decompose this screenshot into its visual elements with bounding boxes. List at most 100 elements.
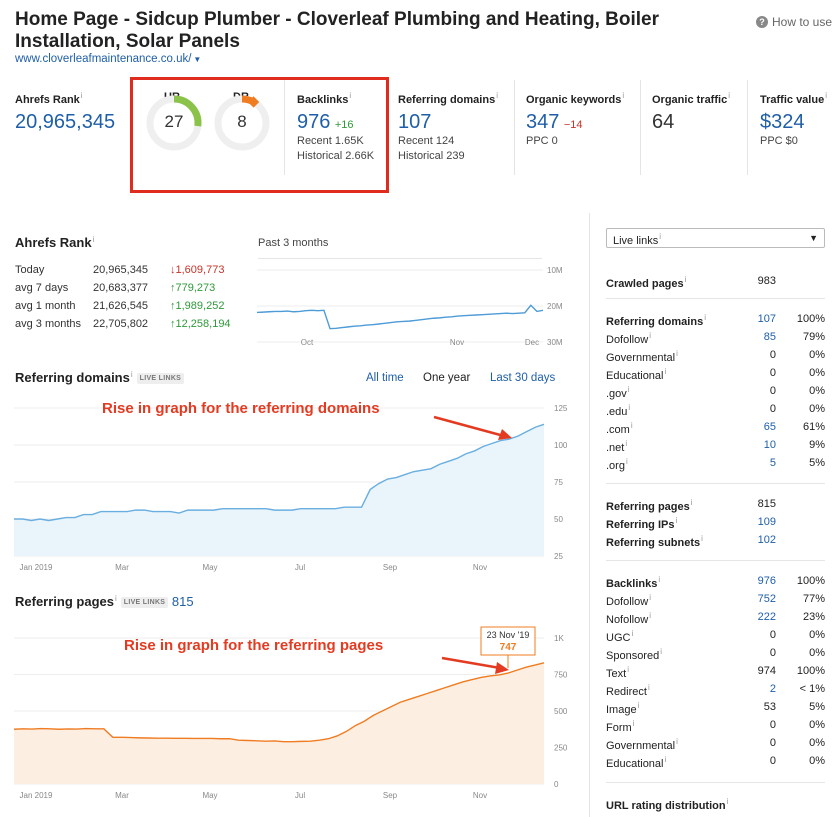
stat-value[interactable]: 222 — [758, 611, 776, 623]
info-icon[interactable]: i — [622, 91, 624, 100]
metric-traffic-value: Traffic valuei $324 PPC $0 — [760, 91, 827, 149]
x-tick-label: Mar — [115, 563, 129, 572]
stat-value[interactable]: 65 — [764, 421, 776, 433]
referring-domains-breakdown: Referring domainsi 107 100% Dofollowi 85 79% G… — [606, 313, 825, 475]
stat-percent: < 1% — [799, 683, 825, 695]
info-icon[interactable]: i — [631, 421, 633, 430]
stat-value[interactable]: 85 — [764, 331, 776, 343]
stat-value[interactable]: 10 — [764, 439, 776, 451]
stat-row: Redirecti 2 < 1% — [606, 683, 825, 701]
live-links-select[interactable]: Live linksi ▼ — [606, 228, 825, 248]
rank-row: avg 3 months 22,705,802 ↑12,258,194 — [15, 318, 245, 336]
info-icon[interactable]: i — [665, 755, 667, 764]
rank-row-value: 20,965,345 — [93, 264, 149, 276]
select-value: Live links — [613, 235, 659, 247]
stat-row: Formi 0 0% — [606, 719, 825, 737]
info-icon[interactable]: i — [649, 593, 651, 602]
stat-row: Educationali 0 0% — [606, 367, 825, 385]
stat-value[interactable]: 109 — [758, 516, 776, 528]
info-icon[interactable]: i — [701, 534, 703, 543]
tooltip-value: 747 — [500, 642, 517, 653]
stat-percent: 100% — [796, 665, 825, 677]
stat-percent: 5% — [809, 457, 825, 469]
info-icon[interactable]: i — [628, 385, 630, 394]
tab-one-year[interactable]: One year — [423, 372, 470, 384]
info-icon[interactable]: i — [675, 516, 677, 525]
info-icon[interactable]: i — [131, 370, 133, 379]
referring-domains-section-title: Referring domainsi LIVE LINKS — [15, 370, 185, 385]
stat-value[interactable]: 752 — [758, 593, 776, 605]
stat-label: Dofollow — [606, 596, 649, 608]
stat-row: Imagei 53 5% — [606, 701, 825, 719]
tooltip-date: 23 Nov '19 — [487, 630, 530, 640]
stat-label: Sponsored — [606, 650, 660, 662]
info-icon[interactable]: i — [115, 594, 117, 603]
divider — [606, 483, 825, 484]
info-icon[interactable]: i — [727, 797, 729, 806]
stat-row: Referring subnetsi 102 — [606, 534, 825, 552]
ahrefs-rank-value[interactable]: 20,965,345 — [15, 111, 115, 134]
stat-label: .org — [606, 460, 625, 472]
crawled-pages-label: Crawled pagesi — [606, 275, 686, 290]
info-icon[interactable]: i — [627, 665, 629, 674]
organic-keywords-label: Organic keywords — [526, 94, 622, 106]
referring-pages-annotation: Rise in graph for the referring pages — [124, 637, 383, 654]
info-icon[interactable]: i — [658, 575, 660, 584]
info-icon[interactable]: i — [628, 403, 630, 412]
referring-pages-count[interactable]: 815 — [172, 594, 194, 609]
info-icon[interactable]: i — [633, 719, 635, 728]
info-icon[interactable]: i — [638, 701, 640, 710]
metric-organic-keywords: Organic keywordsi 347 −14 PPC 0 — [526, 91, 624, 149]
stat-label: Text — [606, 668, 627, 680]
y-tick-label: 30M — [547, 338, 563, 347]
x-tick-label: May — [202, 563, 217, 572]
info-icon[interactable]: i — [704, 313, 706, 322]
traffic-value-value[interactable]: $324 — [760, 111, 805, 133]
info-icon[interactable]: i — [496, 91, 498, 100]
stat-value: 0 — [769, 403, 776, 415]
info-icon[interactable]: i — [81, 91, 83, 100]
info-icon[interactable]: i — [93, 235, 95, 244]
stat-percent: 0% — [809, 385, 825, 397]
info-icon[interactable]: i — [825, 91, 827, 100]
url-rating-distribution-label: URL rating distributioni — [606, 797, 728, 812]
info-icon[interactable]: i — [728, 91, 730, 100]
stat-row: Nofollowi 222 23% — [606, 611, 825, 629]
stat-percent: 100% — [796, 575, 825, 587]
stat-value[interactable]: 976 — [758, 575, 776, 587]
info-icon[interactable]: i — [676, 737, 678, 746]
y-tick-label: 125 — [554, 404, 568, 413]
info-icon[interactable]: i — [625, 439, 627, 448]
info-icon[interactable]: i — [665, 367, 667, 376]
stat-value[interactable]: 107 — [758, 313, 776, 325]
y-tick-label: 1K — [554, 634, 564, 643]
stat-label: Dofollow — [606, 334, 649, 346]
info-icon[interactable]: i — [676, 349, 678, 358]
how-to-use-link[interactable]: ? How to use — [756, 15, 832, 29]
info-icon[interactable]: i — [631, 629, 633, 638]
url-text[interactable]: www.cloverleafmaintenance.co.uk/ — [15, 53, 191, 65]
referring-domains-label: Referring domains — [398, 94, 496, 106]
x-tick-label: Jul — [295, 791, 305, 800]
chevron-down-icon[interactable]: ▼ — [193, 55, 201, 64]
tab-last-30-days[interactable]: Last 30 days — [490, 372, 555, 384]
stat-row: Texti 974 100% — [606, 665, 825, 683]
stat-value[interactable]: 102 — [758, 534, 776, 546]
organic-keywords-value[interactable]: 347 — [526, 111, 559, 133]
how-to-use-label: How to use — [772, 15, 833, 29]
info-icon[interactable]: i — [648, 683, 650, 692]
rank-row-value: 22,705,802 — [93, 318, 149, 330]
stat-value[interactable]: 5 — [770, 457, 776, 469]
rank-row-change: ↑779,273 — [170, 282, 216, 294]
info-icon[interactable]: i — [649, 331, 651, 340]
referring-domains-value[interactable]: 107 — [398, 111, 431, 133]
tab-all-time[interactable]: All time — [366, 372, 404, 384]
info-icon[interactable]: i — [660, 647, 662, 656]
info-icon[interactable]: i — [685, 275, 687, 284]
stat-value: 815 — [757, 498, 776, 510]
info-icon[interactable]: i — [626, 457, 628, 466]
target-url[interactable]: www.cloverleafmaintenance.co.uk/▼ — [15, 53, 201, 65]
info-icon[interactable]: i — [649, 611, 651, 620]
stat-value[interactable]: 2 — [770, 683, 776, 695]
info-icon[interactable]: i — [691, 498, 693, 507]
